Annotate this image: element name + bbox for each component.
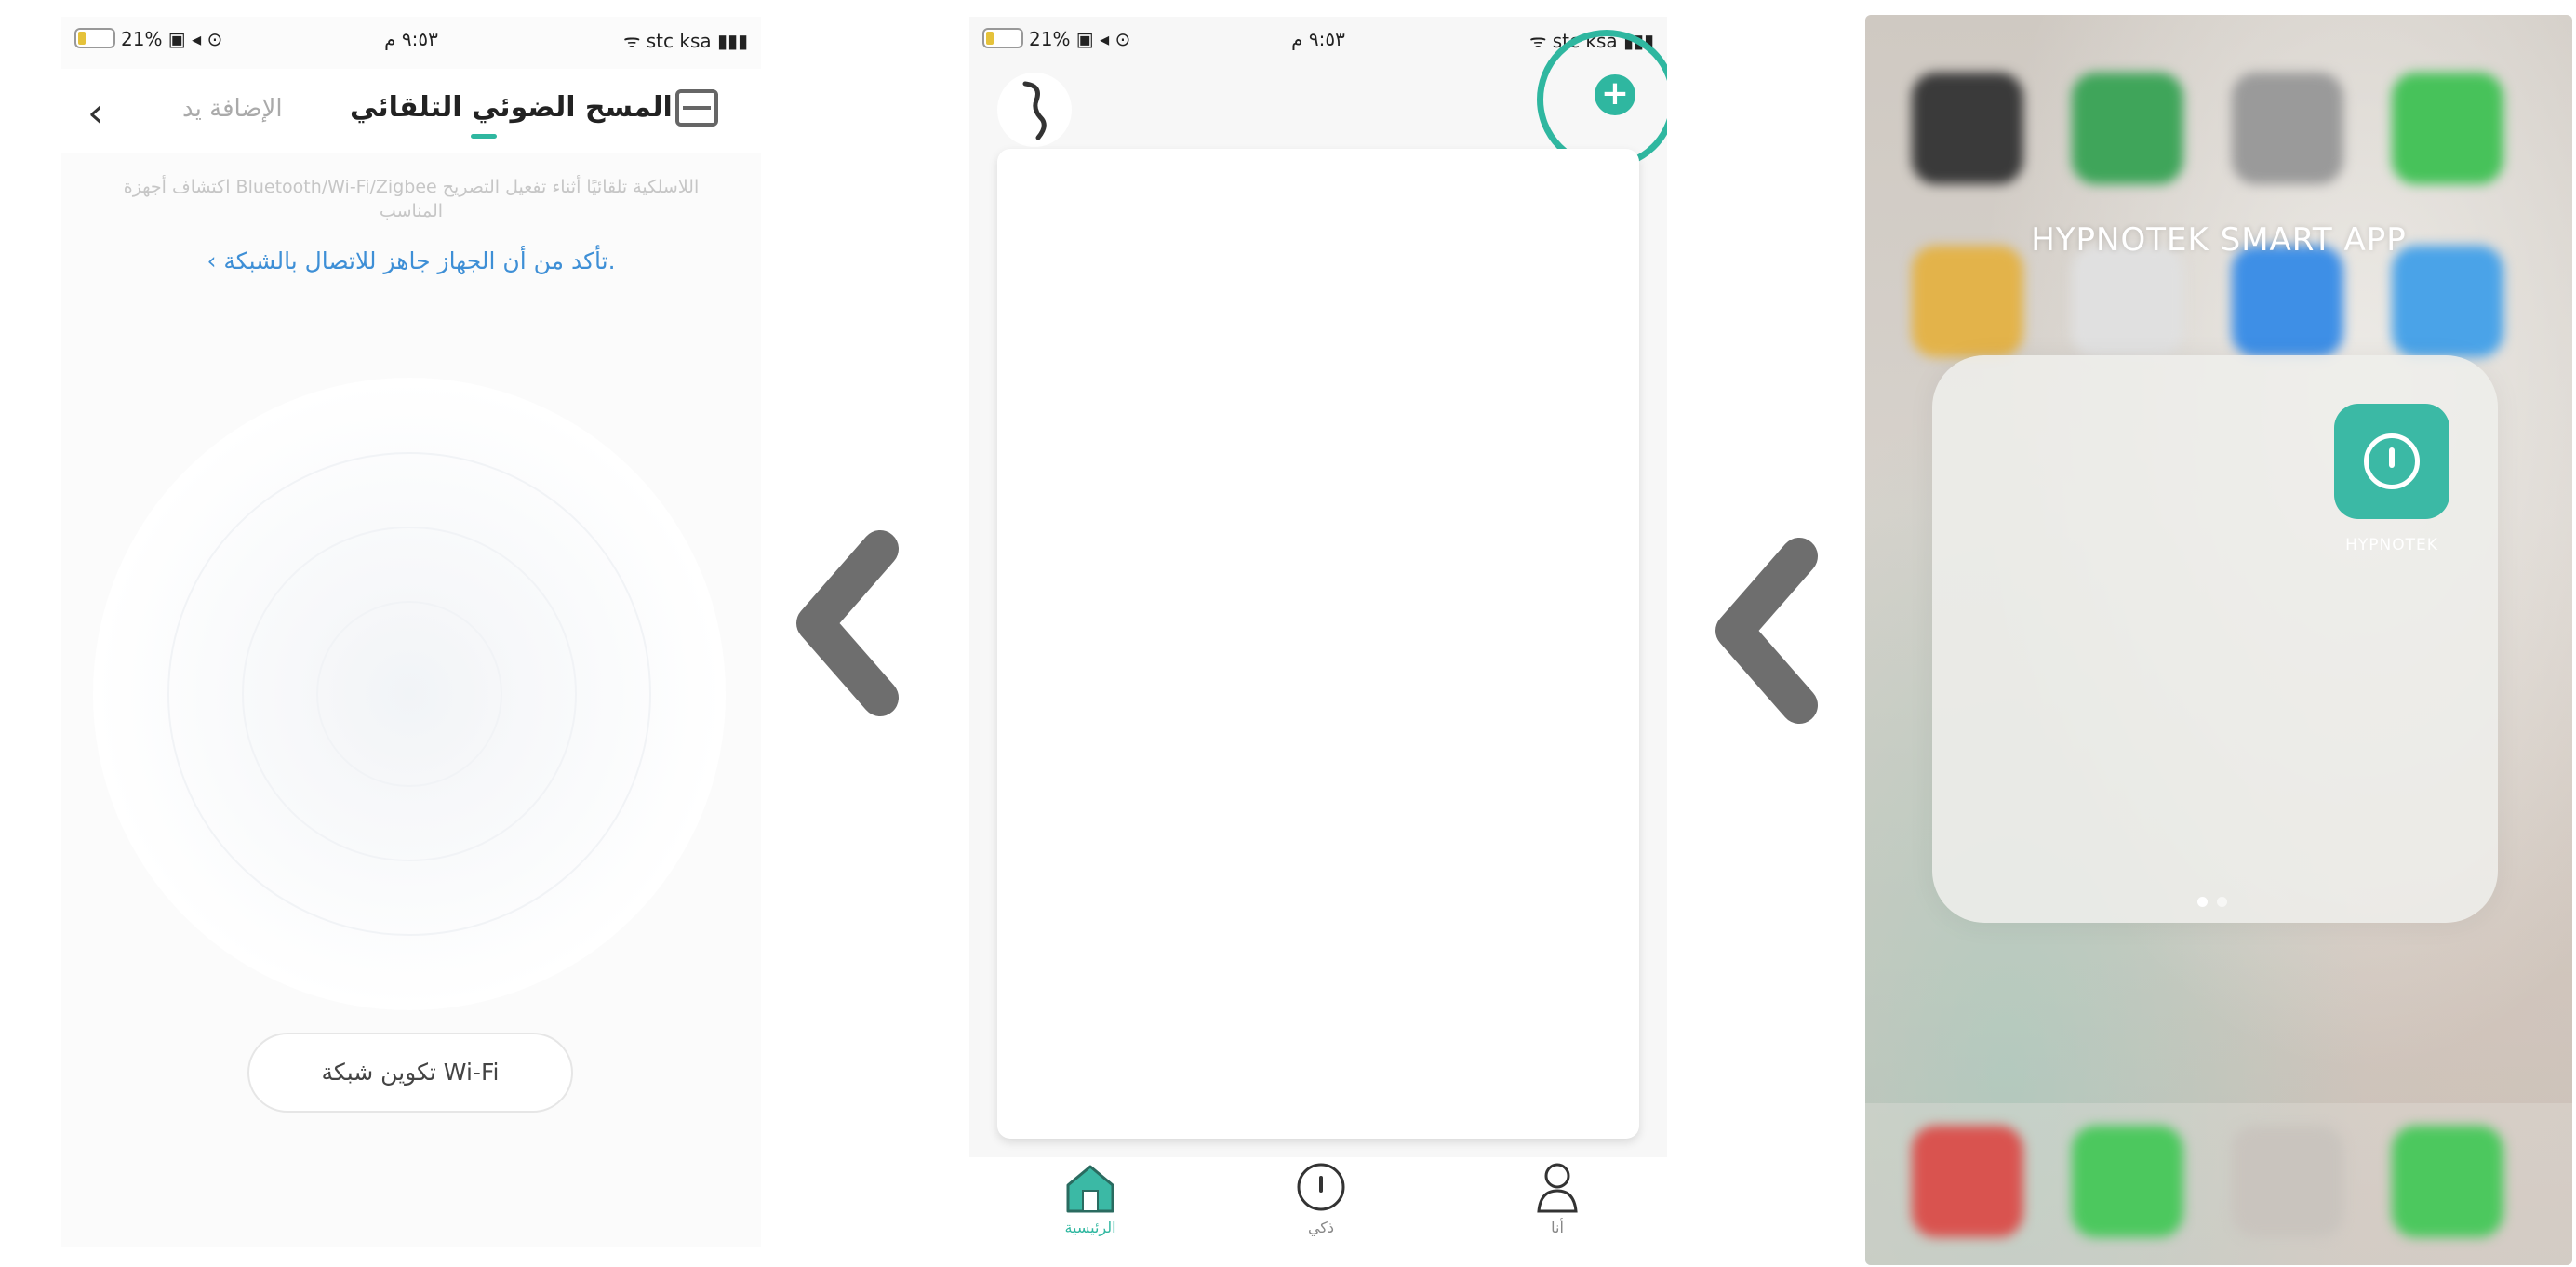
- tab-me[interactable]: أنا: [1502, 1157, 1613, 1247]
- chrome-app-icon: [1912, 1126, 2023, 1237]
- tab-smart[interactable]: ذكي: [1265, 1157, 1377, 1247]
- auto-scan-screen: 21% ▣ ◂ ⊙ ٩:٥٣ م ᯤ stc ksa ▮▮▮ ‹ الإضافة…: [61, 17, 761, 1247]
- family-switch-icon[interactable]: [994, 67, 1096, 151]
- chevron-left-icon: [1715, 538, 1818, 724]
- phone-app-icon: [2392, 1126, 2503, 1237]
- photos-app-icon: [2072, 246, 2183, 357]
- app-folder: HYPNOTEK: [1932, 355, 2498, 923]
- camera-app-icon: [1912, 73, 2023, 184]
- device-ready-link[interactable]: ‹ تأكد من أن الجهاز جاهز للاتصال بالشبكة…: [61, 247, 761, 274]
- tab-auto-scan[interactable]: المسح الضوئي التلقائي: [350, 91, 673, 124]
- folder-page-dots: [2193, 893, 2249, 907]
- device-list-card: [997, 149, 1639, 1139]
- settings-app-icon: [2232, 73, 2343, 184]
- home-icon: [1066, 1165, 1114, 1213]
- scan-radar: [93, 378, 726, 1010]
- weather-app-icon: [2392, 246, 2503, 357]
- top-navigation: ‹ الإضافة يد المسح الضوئي التلقائي: [61, 69, 761, 153]
- chevron-left-icon: [796, 530, 899, 716]
- me-icon: [1537, 1163, 1578, 1213]
- active-tab-indicator: [471, 134, 497, 139]
- tab-me-label: أنا: [1551, 1219, 1564, 1236]
- smart-icon: [1297, 1163, 1345, 1211]
- tab-manual-add[interactable]: الإضافة يد: [182, 95, 283, 123]
- scan-hint-text: اكتشاف أجهزة Bluetooth/Wi-Fi/Zigbee اللا…: [123, 177, 700, 221]
- dock: [1865, 1103, 2572, 1265]
- facetime-app-icon: [2392, 73, 2503, 184]
- notes-app-icon: [1912, 246, 2023, 357]
- apps-folder-icon: [2232, 1126, 2343, 1237]
- tab-smart-label: ذكي: [1307, 1219, 1335, 1236]
- hypnotek-app-label: HYPNOTEK: [2345, 536, 2438, 554]
- wifi-setup-button[interactable]: تكوين شبكة Wi-Fi: [247, 1033, 573, 1113]
- hypnotek-app-icon[interactable]: [2334, 404, 2449, 519]
- power-icon: [2364, 433, 2420, 489]
- home-screen: 21% ▣ ◂ ⊙ ٩:٥٣ م ᯤ stc ksa ▮▮▮ + الرئيسي…: [969, 17, 1667, 1247]
- phone-home-screen: HYPNOTEK SMART APP HYPNOTEK: [1865, 15, 2572, 1265]
- scan-icon[interactable]: [675, 89, 718, 127]
- tab-home[interactable]: الرئيسية: [1034, 1157, 1146, 1247]
- tab-home-label: الرئيسية: [1064, 1219, 1116, 1236]
- app-store-icon: [2232, 246, 2343, 357]
- maps-app-icon: [2072, 73, 2183, 184]
- back-icon[interactable]: ‹: [87, 93, 104, 134]
- status-bar: 21% ▣ ◂ ⊙ ٩:٥٣ م ᯤ stc ksa ▮▮▮: [61, 17, 761, 63]
- bottom-tab-bar: الرئيسية ذكي أنا: [969, 1157, 1667, 1247]
- messages-app-icon: [2072, 1126, 2183, 1237]
- folder-title: HYPNOTEK SMART APP: [2031, 221, 2407, 259]
- status-carrier: ᯤ stc ksa ▮▮▮: [623, 30, 748, 52]
